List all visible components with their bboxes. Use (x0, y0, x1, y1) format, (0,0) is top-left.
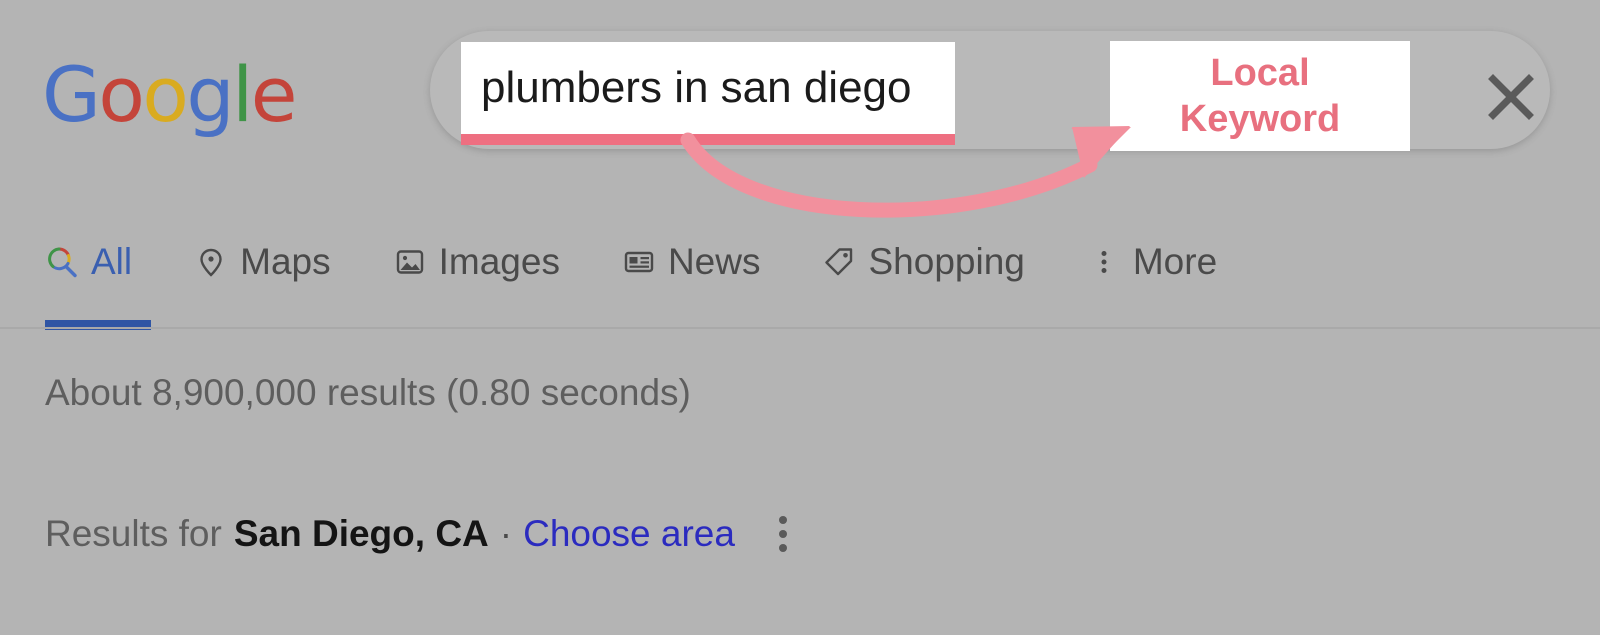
tab-news[interactable]: News (622, 232, 761, 292)
logo-letter-g: G (42, 50, 101, 139)
tab-images-label: Images (438, 241, 560, 282)
tab-shopping-label: Shopping (868, 241, 1025, 282)
location-options-button[interactable] (778, 512, 787, 556)
callout-line-1: Local (1210, 52, 1310, 94)
logo-letter-l: l (232, 50, 253, 139)
search-header: Google plumbers in san diego Local Keywo… (0, 0, 1600, 218)
tab-all-label: All (91, 241, 133, 282)
location-row: Results for San Diego, CA · Choose area (45, 512, 787, 556)
choose-area-link[interactable]: Choose area (523, 513, 735, 555)
location-separator: · (499, 513, 513, 554)
kebab-dot-2 (778, 530, 787, 538)
tab-list: All Maps Images News Shopping More (45, 232, 1279, 292)
news-icon (622, 245, 656, 279)
search-input[interactable]: plumbers in san diego (461, 63, 911, 113)
google-serp-screenshot: Google plumbers in san diego Local Keywo… (0, 0, 1600, 635)
tab-news-label: News (667, 241, 761, 282)
search-icon (45, 245, 79, 279)
tab-maps-label: Maps (240, 241, 331, 282)
image-icon (393, 245, 427, 279)
price-tag-icon (822, 245, 856, 279)
logo-letter-g2: g (186, 50, 234, 139)
search-query-underline (461, 134, 955, 145)
tab-images[interactable]: Images (393, 232, 560, 292)
local-keyword-callout: Local Keyword (1110, 41, 1410, 151)
tab-maps[interactable]: Maps (194, 232, 331, 292)
logo-letter-e: e (250, 50, 298, 139)
tab-more-label: More (1132, 241, 1218, 282)
logo-letter-o2: o (142, 50, 189, 139)
map-pin-icon (194, 245, 228, 279)
result-stats: About 8,900,000 results (0.80 seconds) (45, 372, 691, 413)
tab-bar-divider (0, 327, 1600, 329)
serp-tab-bar: All Maps Images News Shopping More (0, 232, 1600, 330)
close-icon (1488, 74, 1534, 120)
tab-all[interactable]: All (45, 232, 132, 292)
tab-more[interactable]: More (1087, 232, 1217, 292)
callout-line-2: Keyword (1179, 98, 1341, 140)
location-place: San Diego, CA (233, 513, 489, 554)
kebab-dot-3 (778, 544, 787, 552)
google-logo[interactable]: Google (42, 50, 298, 139)
kebab-menu-icon (1087, 245, 1121, 279)
close-button[interactable] (1487, 73, 1535, 121)
location-prefix: Results for (45, 513, 222, 554)
tab-shopping[interactable]: Shopping (822, 232, 1025, 292)
logo-letter-o1: o (98, 50, 145, 139)
kebab-dot-1 (778, 516, 787, 524)
search-query-highlight[interactable]: plumbers in san diego (461, 42, 955, 134)
